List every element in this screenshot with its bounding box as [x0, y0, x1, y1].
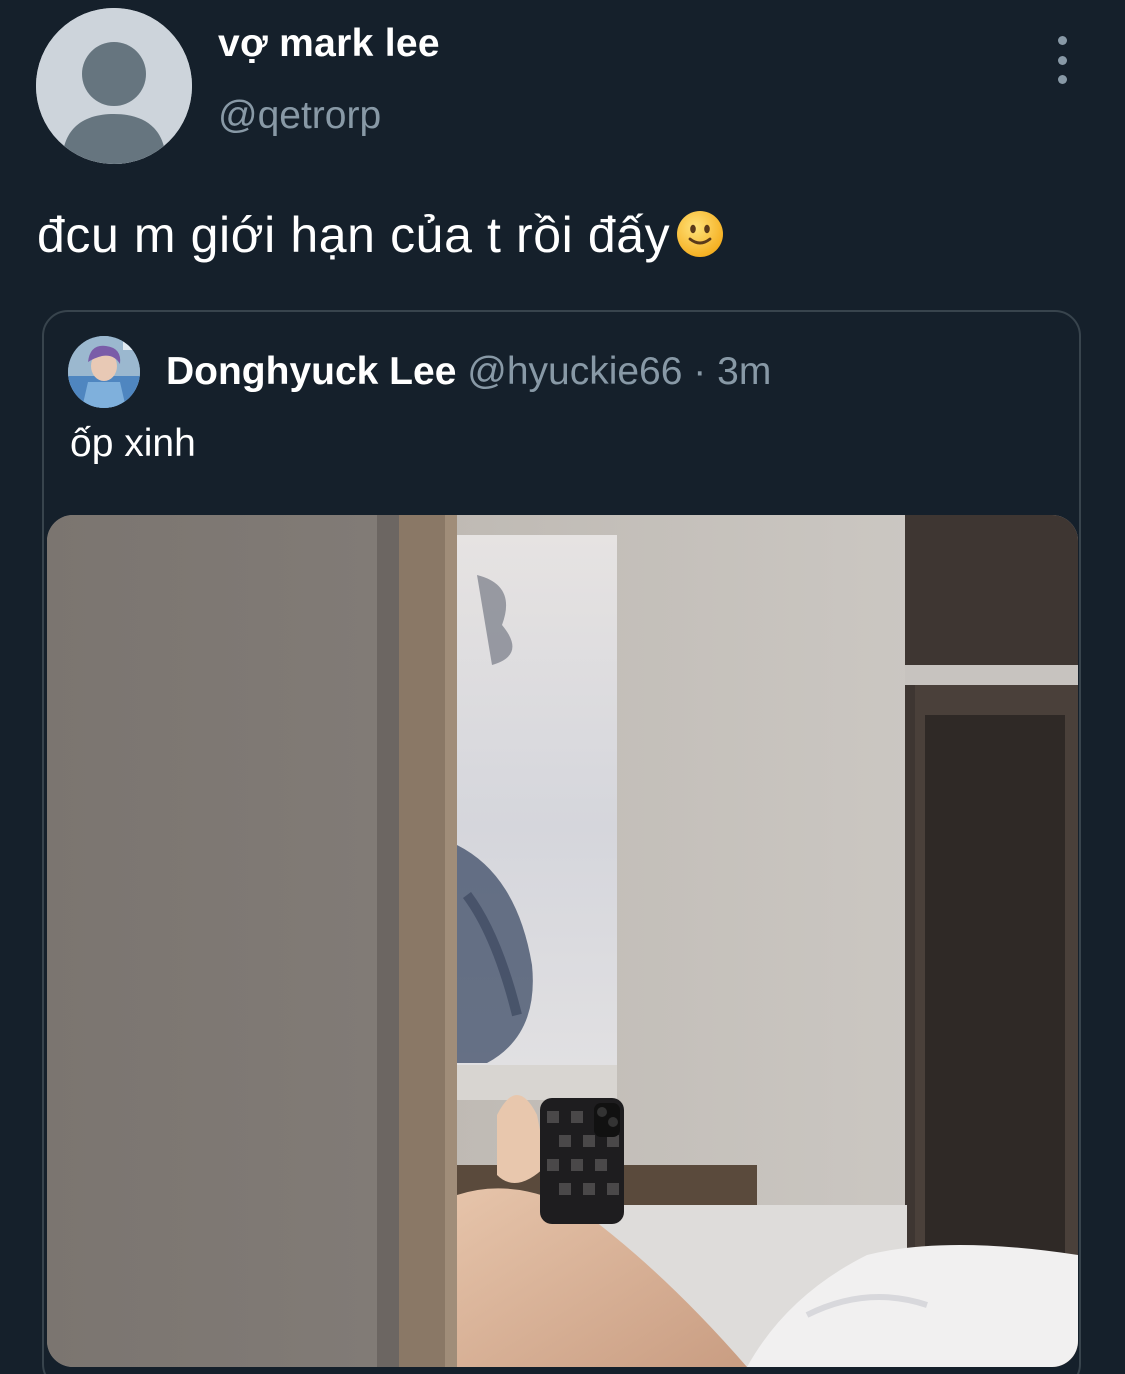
quoted-tweet-text: ốp xinh [70, 422, 196, 465]
quoted-timestamp[interactable]: 3m [717, 350, 771, 393]
user-handle[interactable]: @qetrorp [218, 94, 381, 138]
separator-dot: · [693, 350, 707, 393]
quoted-tweet-card[interactable]: Donghyuck Lee @hyuckie66 · 3m ốp xinh [42, 310, 1081, 1374]
tweet-text: đcu m giới hạn của t rồi đấy [37, 206, 724, 270]
quoted-tweet-photo[interactable] [47, 515, 1078, 1367]
more-vertical-icon [1057, 36, 1067, 45]
more-options-button[interactable] [1042, 36, 1082, 84]
tweet-text-body: đcu m giới hạn của t rồi đấy [37, 207, 671, 263]
quoted-display-name[interactable]: Donghyuck Lee [166, 350, 456, 393]
quoted-tweet-header: Donghyuck Lee @hyuckie66 · 3m [166, 350, 771, 394]
person-silhouette-icon [36, 8, 192, 164]
quoted-user-avatar[interactable] [68, 336, 140, 408]
profile-photo [68, 336, 140, 408]
slightly-smiling-face-emoji [676, 210, 724, 270]
default-avatar[interactable] [36, 8, 192, 164]
tweet: vợ mark lee @qetrorp đcu m giới hạn của … [0, 0, 1125, 1374]
display-name[interactable]: vợ mark lee [218, 22, 440, 66]
quoted-user-handle[interactable]: @hyuckie66 [467, 350, 682, 393]
mirror-selfie-photo [47, 515, 1078, 1367]
